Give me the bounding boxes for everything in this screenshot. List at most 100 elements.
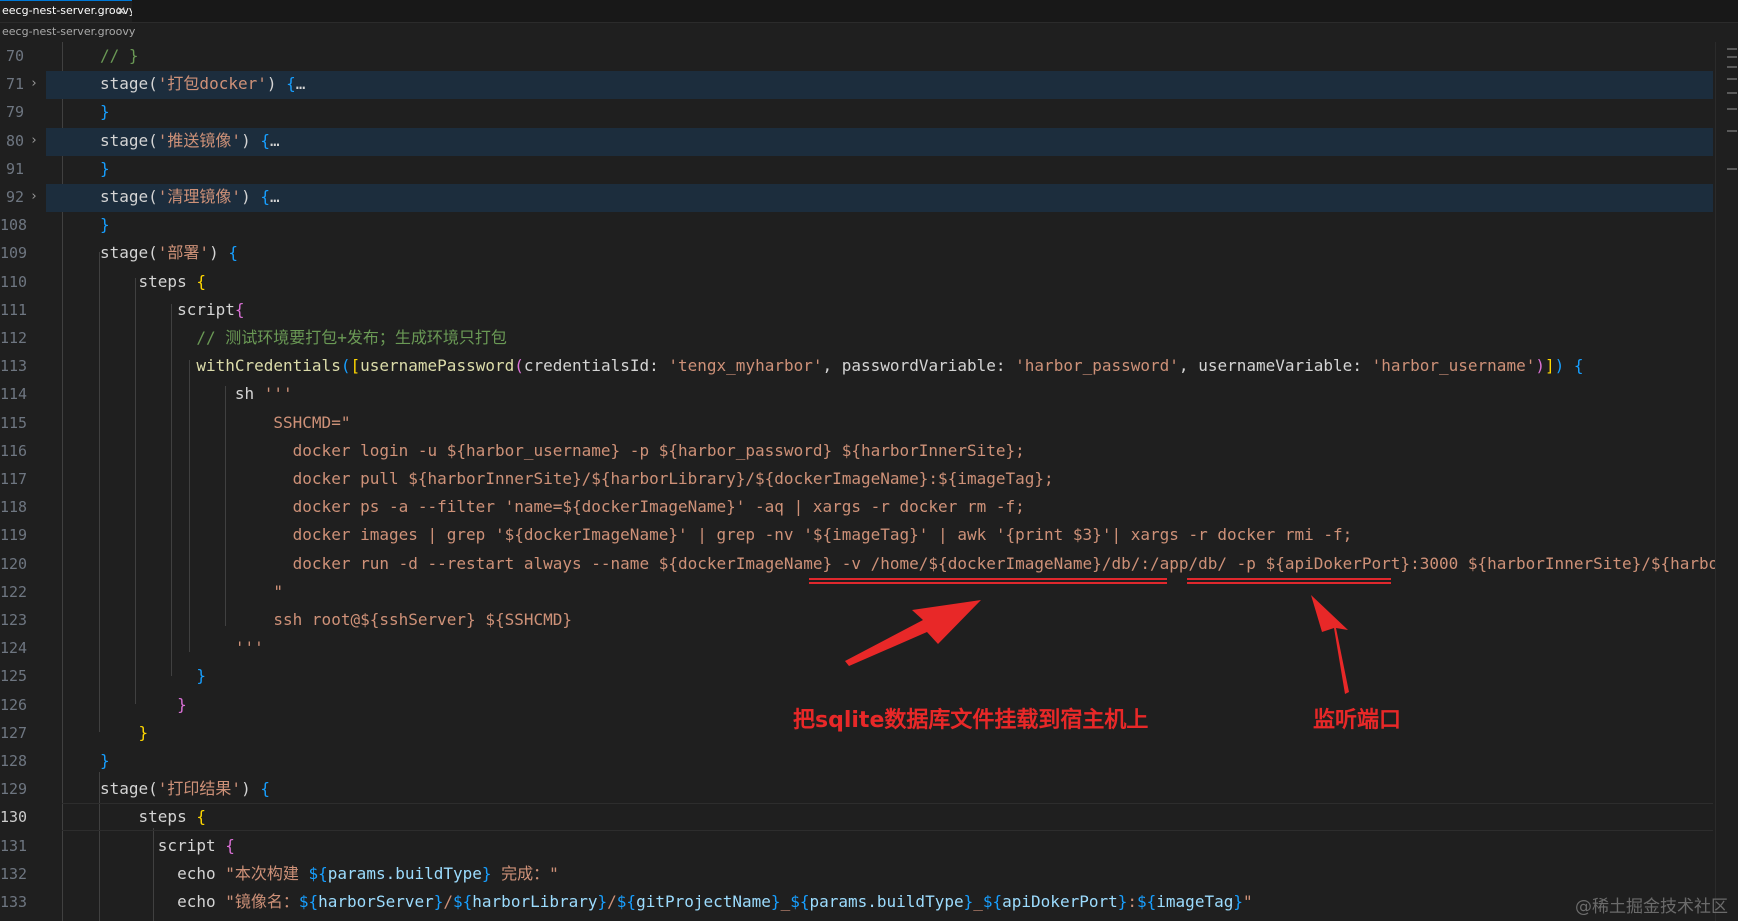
code-text: }: [100, 751, 110, 770]
breadcrumb[interactable]: eecg-nest-server.groovy: [0, 23, 1738, 41]
code-text: docker pull ${harborInnerSite}/${harborL…: [292, 469, 1054, 488]
code-line[interactable]: 133 echo "镜像名：${harborServer}/${harborLi…: [0, 888, 1715, 916]
code-line[interactable]: 79}: [0, 98, 1715, 126]
line-number: 130: [0, 808, 28, 827]
chevron-right-icon[interactable]: ›: [30, 70, 38, 98]
code-text: steps {: [138, 271, 206, 291]
tab-label: eecg-nest-server.groovy: [2, 4, 132, 17]
code-text: script{: [177, 299, 245, 319]
port-annotation: 监听端口: [1313, 708, 1402, 733]
code-line[interactable]: 120 docker run -d --restart always --nam…: [0, 550, 1715, 578]
line-number: 113: [0, 357, 28, 376]
line-number: 110: [0, 272, 28, 291]
line-number: 125: [0, 667, 28, 686]
code-line[interactable]: 111 script{: [0, 296, 1715, 324]
code-line[interactable]: 114 sh ''': [0, 380, 1715, 408]
minimap-mark: [1727, 78, 1737, 80]
close-icon[interactable]: ✕: [116, 1, 126, 21]
code-line[interactable]: 128}: [0, 747, 1715, 775]
line-number: 117: [0, 470, 28, 488]
line-number: 123: [0, 611, 28, 629]
minimap-mark: [1727, 92, 1737, 94]
code-line[interactable]: 131 script {: [0, 832, 1715, 860]
code-line[interactable]: 108}: [0, 211, 1715, 239]
code-line[interactable]: 129 stage('打印结果') {: [0, 775, 1715, 803]
line-number: 111: [0, 300, 28, 319]
folded-region-highlight: [46, 127, 1713, 156]
line-number: 115: [0, 413, 28, 432]
minimap-mark: [1727, 48, 1737, 50]
line-number: 80: [5, 131, 24, 150]
line-number: 133: [0, 893, 28, 911]
code-line[interactable]: 115 SSHCMD=": [0, 409, 1715, 437]
code-editor[interactable]: 70 // } 71 › stage('打包docker') {… 79} 80 › stage…: [0, 42, 1715, 921]
code-text: stage('打包docker') {…: [100, 74, 306, 94]
code-line[interactable]: 118 docker ps -a --filter 'name=${docker…: [0, 493, 1715, 521]
minimap-mark: [1727, 108, 1737, 110]
code-line[interactable]: 112 // 测试环境要打包+发布；生成环境只打包: [0, 324, 1715, 352]
line-number: 120: [0, 554, 28, 573]
line-number: 79: [5, 103, 24, 122]
code-line[interactable]: 110 steps {: [0, 268, 1715, 296]
line-number: 112: [0, 329, 28, 347]
code-text: }: [100, 158, 110, 178]
code-line[interactable]: 113 withCredentials([usernamePassword(cr…: [0, 352, 1715, 380]
code-text: stage('部署') {: [100, 243, 238, 263]
code-line[interactable]: 109 stage('部署') {: [0, 239, 1715, 267]
code-text: docker images | grep '${dockerImageName}…: [292, 525, 1353, 545]
code-text: echo "镜像名：${harborServer}/${harborLibrar…: [177, 892, 1253, 911]
code-text: stage('清理镜像') {…: [100, 187, 280, 206]
code-text: echo "本次构建 ${params.buildType} 完成：": [177, 863, 559, 883]
code-line[interactable]: 91}: [0, 155, 1715, 183]
tab-file[interactable]: eecg-nest-server.groovy ✕: [0, 0, 132, 22]
code-text: ": [273, 581, 284, 601]
code-line[interactable]: 80 › stage('推送镜像') {…: [0, 127, 1715, 156]
code-line[interactable]: 116 docker login -u ${harbor_username} -…: [0, 437, 1715, 465]
line-number: 108: [0, 216, 28, 235]
code-line[interactable]: 119 docker images | grep '${dockerImageN…: [0, 521, 1715, 549]
watermark: @稀土掘金技术社区: [1575, 897, 1728, 917]
code-text: // 测试环境要打包+发布；生成环境只打包: [196, 328, 507, 347]
line-number: 126: [0, 695, 28, 714]
line-number: 109: [0, 244, 28, 263]
code-line[interactable]: 132 echo "本次构建 ${params.buildType} 完成：": [0, 860, 1715, 888]
code-text: stage('推送镜像') {…: [100, 130, 280, 150]
minimap-scrollbar[interactable]: [1715, 42, 1738, 921]
code-text: ''': [234, 638, 264, 658]
code-line[interactable]: 70 // }: [0, 42, 1715, 70]
code-text: withCredentials([usernamePassword(creden…: [196, 356, 1584, 376]
code-text: docker login -u ${harbor_username} -p ${…: [292, 440, 1025, 460]
line-number: 119: [0, 526, 28, 545]
line-number: 129: [0, 780, 28, 799]
line-number: 91: [5, 159, 24, 178]
code-line[interactable]: 125 }: [0, 662, 1715, 690]
line-number: 128: [0, 752, 28, 770]
code-text: }: [196, 666, 206, 686]
minimap-mark: [1727, 130, 1737, 132]
mount-underline: [809, 578, 1167, 584]
minimap-mark: [1727, 56, 1737, 58]
code-text: // }: [100, 46, 139, 65]
code-text: docker ps -a --filter 'name=${dockerImag…: [292, 497, 1025, 517]
code-line[interactable]: 92 › stage('清理镜像') {…: [0, 183, 1715, 212]
line-number: 131: [0, 836, 28, 855]
line-number: 127: [0, 723, 28, 742]
code-text: }: [138, 722, 149, 742]
code-line[interactable]: 117 docker pull ${harborInnerSite}/${har…: [0, 465, 1715, 493]
chevron-right-icon[interactable]: ›: [30, 127, 38, 155]
folded-region-highlight: [46, 184, 1713, 212]
line-number: 118: [0, 498, 28, 517]
code-line[interactable]: 124 ''': [0, 634, 1715, 662]
code-line[interactable]: 123 ssh root@${sshServer} ${SSHCMD}: [0, 606, 1715, 634]
code-text: }: [100, 102, 110, 122]
current-line-highlight: [62, 803, 1713, 832]
code-line[interactable]: 130 steps {: [0, 803, 1715, 832]
line-number: 124: [0, 639, 28, 658]
line-number: 70: [5, 47, 24, 65]
code-line[interactable]: 71 › stage('打包docker') {…: [0, 70, 1715, 100]
code-text: steps {: [138, 807, 206, 827]
chevron-right-icon[interactable]: ›: [30, 183, 38, 211]
code-text: ssh root@${sshServer} ${SSHCMD}: [273, 610, 573, 629]
code-text: SSHCMD=": [273, 412, 351, 432]
minimap-mark: [1727, 168, 1737, 170]
